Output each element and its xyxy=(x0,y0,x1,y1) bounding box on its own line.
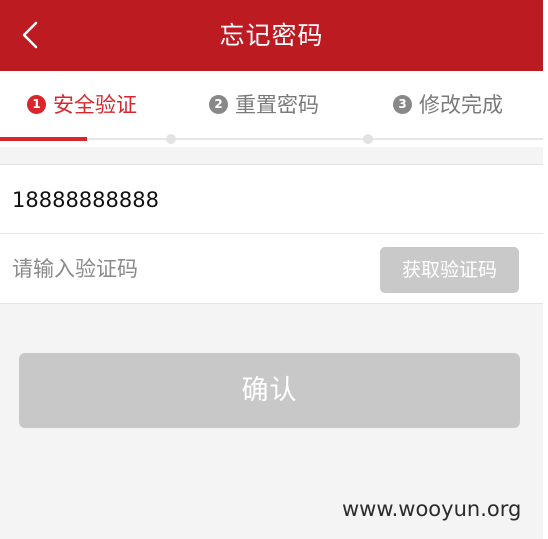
step-complete: 3 修改完成 xyxy=(393,91,503,117)
step-reset-password: 2 重置密码 xyxy=(209,91,319,117)
step-security-verification: 1 安全验证 xyxy=(27,91,137,117)
code-row: 获取验证码 xyxy=(0,234,543,303)
get-code-button[interactable]: 获取验证码 xyxy=(380,247,519,293)
progress-fill xyxy=(0,137,87,141)
confirm-button[interactable]: 确认 xyxy=(19,353,520,428)
step-label: 修改完成 xyxy=(419,93,503,117)
progress-dot xyxy=(363,134,373,144)
app-header: 忘记密码 xyxy=(0,0,543,71)
watermark-text: www.wooyun.org xyxy=(342,497,522,521)
screen-edge xyxy=(543,0,548,539)
page-title: 忘记密码 xyxy=(219,21,324,50)
forgot-password-screen: 忘记密码 1 安全验证 2 重置密码 3 修改完成 获取验证码 确认 www.w… xyxy=(0,0,543,539)
phone-row xyxy=(0,165,543,234)
verification-code-input[interactable] xyxy=(12,234,362,303)
verification-form: 获取验证码 xyxy=(0,164,543,304)
step-label: 重置密码 xyxy=(235,93,319,117)
step-indicator: 1 安全验证 2 重置密码 3 修改完成 xyxy=(0,71,543,147)
step-number-badge: 3 xyxy=(393,94,412,114)
phone-number-field[interactable] xyxy=(12,165,362,234)
back-button[interactable] xyxy=(14,17,50,53)
step-number-badge: 2 xyxy=(209,94,228,114)
step-number-badge: 1 xyxy=(27,94,46,114)
step-label: 安全验证 xyxy=(53,93,137,117)
chevron-left-icon xyxy=(22,21,38,49)
progress-dot xyxy=(166,134,176,144)
